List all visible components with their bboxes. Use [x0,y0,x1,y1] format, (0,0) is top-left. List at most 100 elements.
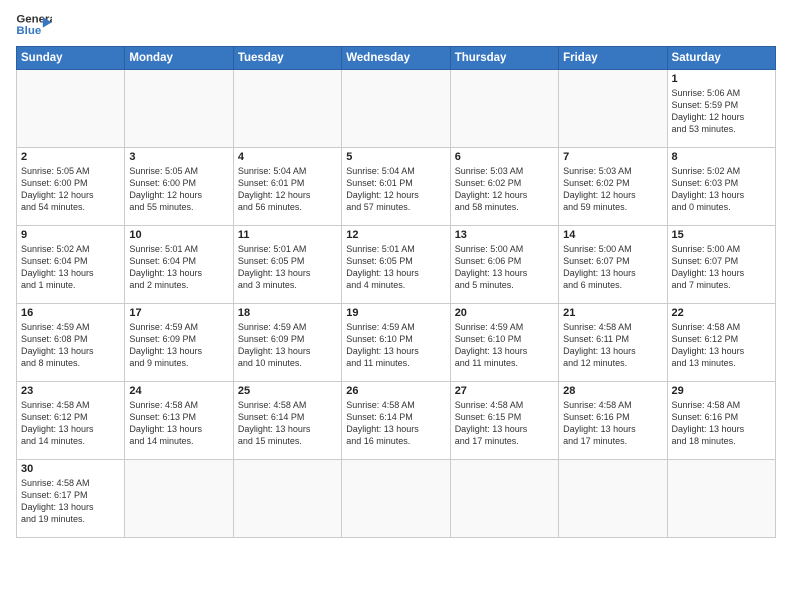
svg-text:Blue: Blue [16,25,41,37]
calendar-cell: 2 Sunrise: 5:05 AM Sunset: 6:00 PM Daylig… [17,148,125,226]
calendar-week-5: 23 Sunrise: 4:58 AM Sunset: 6:12 PM Dayli… [17,382,776,460]
calendar-cell: 27 Sunrise: 4:58 AM Sunset: 6:15 PM Dayli… [450,382,558,460]
day-info: Sunrise: 5:02 AM Sunset: 6:04 PM Dayligh… [21,243,120,292]
calendar-cell: 8Sunrise: 5:02 AM Sunset: 6:03 PM Daylig… [667,148,775,226]
calendar-cell [559,70,667,148]
day-info: Sunrise: 5:04 AM Sunset: 6:01 PM Dayligh… [346,165,445,214]
day-number: 26 [346,385,445,397]
calendar-cell [342,70,450,148]
calendar-cell: 4 Sunrise: 5:04 AM Sunset: 6:01 PM Daylig… [233,148,341,226]
day-number: 12 [346,229,445,241]
weekday-header-monday: Monday [125,47,233,70]
day-number: 17 [129,307,228,319]
calendar-cell: 16 Sunrise: 4:59 AM Sunset: 6:08 PM Dayli… [17,304,125,382]
calendar-cell: 22 Sunrise: 4:58 AM Sunset: 6:12 PM Dayli… [667,304,775,382]
calendar-week-2: 2 Sunrise: 5:05 AM Sunset: 6:00 PM Daylig… [17,148,776,226]
day-info: Sunrise: 5:01 AM Sunset: 6:05 PM Dayligh… [238,243,337,292]
calendar-cell: 12 Sunrise: 5:01 AM Sunset: 6:05 PM Dayli… [342,226,450,304]
day-number: 27 [455,385,554,397]
day-number: 29 [672,385,771,397]
calendar-cell: 1Sunrise: 5:06 AM Sunset: 5:59 PM Daylig… [667,70,775,148]
calendar-page: General Blue SundayMondayTuesdayWednesda… [0,0,792,612]
day-number: 8 [672,151,771,163]
day-number: 11 [238,229,337,241]
day-info: Sunrise: 4:59 AM Sunset: 6:09 PM Dayligh… [129,321,228,370]
calendar-cell [342,460,450,538]
day-info: Sunrise: 5:00 AM Sunset: 6:06 PM Dayligh… [455,243,554,292]
day-number: 21 [563,307,662,319]
calendar-cell: 23 Sunrise: 4:58 AM Sunset: 6:12 PM Dayli… [17,382,125,460]
day-number: 9 [21,229,120,241]
day-number: 10 [129,229,228,241]
calendar-cell: 18 Sunrise: 4:59 AM Sunset: 6:09 PM Dayli… [233,304,341,382]
calendar-cell [125,70,233,148]
day-info: Sunrise: 4:59 AM Sunset: 6:10 PM Dayligh… [455,321,554,370]
calendar-cell: 24Sunrise: 4:58 AM Sunset: 6:13 PM Dayli… [125,382,233,460]
generalblue-logo-icon: General Blue [16,10,52,40]
day-info: Sunrise: 4:59 AM Sunset: 6:09 PM Dayligh… [238,321,337,370]
day-number: 28 [563,385,662,397]
calendar-cell: 15 Sunrise: 5:00 AM Sunset: 6:07 PM Dayli… [667,226,775,304]
calendar-week-4: 16 Sunrise: 4:59 AM Sunset: 6:08 PM Dayli… [17,304,776,382]
day-number: 5 [346,151,445,163]
day-info: Sunrise: 5:05 AM Sunset: 6:00 PM Dayligh… [21,165,120,214]
day-number: 18 [238,307,337,319]
weekday-header-saturday: Saturday [667,47,775,70]
calendar-cell: 29 Sunrise: 4:58 AM Sunset: 6:16 PM Dayli… [667,382,775,460]
day-info: Sunrise: 4:58 AM Sunset: 6:12 PM Dayligh… [672,321,771,370]
calendar-cell [17,70,125,148]
day-info: Sunrise: 5:00 AM Sunset: 6:07 PM Dayligh… [563,243,662,292]
day-info: Sunrise: 4:58 AM Sunset: 6:12 PM Dayligh… [21,399,120,448]
calendar-cell [450,70,558,148]
day-number: 4 [238,151,337,163]
weekday-header-friday: Friday [559,47,667,70]
day-number: 22 [672,307,771,319]
day-info: Sunrise: 4:58 AM Sunset: 6:13 PM Dayligh… [129,399,228,448]
calendar-body: 1Sunrise: 5:06 AM Sunset: 5:59 PM Daylig… [17,70,776,538]
calendar-week-6: 30Sunrise: 4:58 AM Sunset: 6:17 PM Dayli… [17,460,776,538]
day-info: Sunrise: 4:59 AM Sunset: 6:08 PM Dayligh… [21,321,120,370]
calendar-cell [125,460,233,538]
calendar-cell: 11 Sunrise: 5:01 AM Sunset: 6:05 PM Dayli… [233,226,341,304]
day-number: 15 [672,229,771,241]
day-info: Sunrise: 4:58 AM Sunset: 6:14 PM Dayligh… [238,399,337,448]
day-number: 2 [21,151,120,163]
day-number: 30 [21,463,120,475]
calendar-cell: 20 Sunrise: 4:59 AM Sunset: 6:10 PM Dayli… [450,304,558,382]
weekday-header-tuesday: Tuesday [233,47,341,70]
day-number: 23 [21,385,120,397]
day-info: Sunrise: 5:04 AM Sunset: 6:01 PM Dayligh… [238,165,337,214]
day-info: Sunrise: 4:59 AM Sunset: 6:10 PM Dayligh… [346,321,445,370]
day-number: 20 [455,307,554,319]
calendar-cell: 25Sunrise: 4:58 AM Sunset: 6:14 PM Dayli… [233,382,341,460]
calendar-cell [667,460,775,538]
day-info: Sunrise: 5:01 AM Sunset: 6:04 PM Dayligh… [129,243,228,292]
day-info: Sunrise: 5:01 AM Sunset: 6:05 PM Dayligh… [346,243,445,292]
day-number: 16 [21,307,120,319]
calendar-cell: 21 Sunrise: 4:58 AM Sunset: 6:11 PM Dayli… [559,304,667,382]
day-number: 3 [129,151,228,163]
day-info: Sunrise: 5:03 AM Sunset: 6:02 PM Dayligh… [563,165,662,214]
day-info: Sunrise: 5:03 AM Sunset: 6:02 PM Dayligh… [455,165,554,214]
calendar-cell: 3 Sunrise: 5:05 AM Sunset: 6:00 PM Daylig… [125,148,233,226]
day-info: Sunrise: 4:58 AM Sunset: 6:16 PM Dayligh… [563,399,662,448]
day-info: Sunrise: 5:05 AM Sunset: 6:00 PM Dayligh… [129,165,228,214]
day-info: Sunrise: 5:00 AM Sunset: 6:07 PM Dayligh… [672,243,771,292]
calendar-cell: 26 Sunrise: 4:58 AM Sunset: 6:14 PM Dayli… [342,382,450,460]
calendar-cell [450,460,558,538]
calendar-cell: 19Sunrise: 4:59 AM Sunset: 6:10 PM Dayli… [342,304,450,382]
calendar-cell: 7 Sunrise: 5:03 AM Sunset: 6:02 PM Daylig… [559,148,667,226]
day-info: Sunrise: 4:58 AM Sunset: 6:11 PM Dayligh… [563,321,662,370]
weekday-header-sunday: Sunday [17,47,125,70]
day-number: 7 [563,151,662,163]
logo: General Blue [16,10,52,40]
calendar-cell: 9 Sunrise: 5:02 AM Sunset: 6:04 PM Daylig… [17,226,125,304]
day-info: Sunrise: 4:58 AM Sunset: 6:15 PM Dayligh… [455,399,554,448]
calendar-cell: 30Sunrise: 4:58 AM Sunset: 6:17 PM Dayli… [17,460,125,538]
calendar-cell: 5 Sunrise: 5:04 AM Sunset: 6:01 PM Daylig… [342,148,450,226]
calendar-cell: 10 Sunrise: 5:01 AM Sunset: 6:04 PM Dayli… [125,226,233,304]
calendar-week-1: 1Sunrise: 5:06 AM Sunset: 5:59 PM Daylig… [17,70,776,148]
weekday-row: SundayMondayTuesdayWednesdayThursdayFrid… [17,47,776,70]
day-info: Sunrise: 4:58 AM Sunset: 6:14 PM Dayligh… [346,399,445,448]
day-info: Sunrise: 4:58 AM Sunset: 6:16 PM Dayligh… [672,399,771,448]
